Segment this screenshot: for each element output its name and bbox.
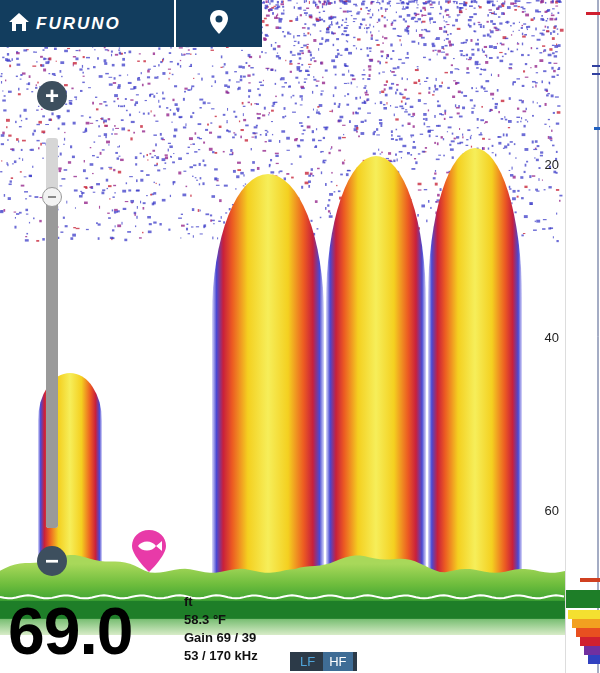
gain-readout: Gain 69 / 39: [184, 629, 258, 646]
zoom-slider-fill: [46, 197, 58, 529]
a-scope-trace: [566, 0, 600, 673]
location-pin-icon[interactable]: [209, 9, 229, 39]
location-button[interactable]: [176, 0, 262, 47]
frequency-readout: 53 / 170 kHz: [184, 647, 258, 664]
zoom-slider-knob[interactable]: [42, 187, 62, 207]
header-bar: FURUNO: [0, 0, 262, 47]
a-scope: [565, 0, 600, 673]
home-logo[interactable]: FURUNO: [0, 0, 176, 47]
frequency-toggle: LFHF: [290, 652, 357, 671]
frequency-option[interactable]: LF: [294, 652, 321, 671]
zoom-out-button[interactable]: −: [37, 546, 67, 576]
home-icon[interactable]: [8, 12, 30, 36]
depth-tick: 20: [543, 156, 561, 173]
depth-readout: 69.0: [8, 598, 132, 664]
echogram: 20 40 60 FURUNO + − 69.0 ft58.3 °FGain 69 / 395…: [0, 0, 565, 673]
water-temperature: 58.3 °F: [184, 611, 258, 628]
depth-unit: ft: [184, 593, 258, 610]
fishfinder-screen: 20 40 60 FURUNO + − 69.0 ft58.3 °FGain 69 / 395…: [0, 0, 600, 673]
depth-tick: 40: [543, 329, 561, 346]
status-readouts: ft58.3 °FGain 69 / 3953 / 170 kHz: [184, 593, 258, 664]
fish-marker-icon[interactable]: [130, 528, 168, 578]
logo: FURUNO: [36, 14, 121, 34]
zoom-in-button[interactable]: +: [37, 81, 67, 111]
depth-tick: 60: [543, 502, 561, 519]
frequency-option[interactable]: HF: [323, 652, 352, 671]
seabed: [0, 0, 565, 673]
